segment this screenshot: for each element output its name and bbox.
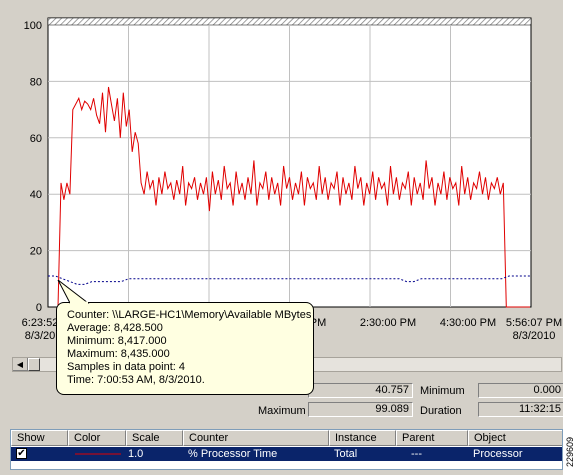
- legend-header: Show Color Scale Counter Instance Parent…: [11, 430, 562, 446]
- counter-legend-table: Show Color Scale Counter Instance Parent…: [10, 429, 563, 470]
- legend-row-processor-time[interactable]: ✔ 1.0 % Processor Time Total --- Process…: [11, 447, 562, 461]
- header-parent[interactable]: Parent: [396, 430, 468, 446]
- tooltip-pointer: [57, 280, 90, 304]
- header-instance[interactable]: Instance: [329, 430, 396, 446]
- legend-parent: ---: [411, 448, 422, 460]
- header-show[interactable]: Show: [11, 430, 68, 446]
- maximum-label: Maximum: [258, 405, 306, 417]
- tooltip-samples: Samples in data point: 4: [67, 361, 186, 373]
- scroll-thumb[interactable]: [28, 358, 40, 371]
- right-margin: [563, 0, 580, 475]
- y-tick-label: 60: [30, 133, 42, 145]
- maximum-value-field: 99.089: [308, 402, 413, 417]
- minimum-label: Minimum: [420, 385, 465, 397]
- legend-instance: Total: [334, 448, 358, 460]
- tooltip-time: Time: 7:00:53 AM, 8/3/2010.: [67, 374, 205, 386]
- duration-value-field: 11:32:15: [478, 402, 565, 417]
- x-tick-label: 2:30:00 PM: [360, 317, 416, 329]
- x-tick-label: 6:23:52: [22, 317, 59, 329]
- x-tick-label: 5:56:07 PM: [506, 317, 562, 329]
- last-value-field: 40.757: [308, 383, 413, 398]
- tooltip-minimum: Minimum: 8,417.000: [67, 335, 167, 347]
- y-tick-label: 80: [30, 76, 42, 88]
- header-color[interactable]: Color: [68, 430, 126, 446]
- y-tick-label: 0: [36, 302, 42, 314]
- figure-id-label: 229609: [563, 437, 580, 473]
- figure-id-text: 229609: [565, 436, 575, 467]
- y-tick-label: 100: [24, 20, 42, 32]
- series-color-swatch: [75, 453, 121, 455]
- show-checkbox[interactable]: ✔: [16, 448, 27, 459]
- x-tick-label: 4:30:00 PM: [440, 317, 496, 329]
- time-bar: [47, 17, 532, 26]
- counter-tooltip: Counter: \\LARGE-HC1\Memory\Available MB…: [56, 302, 314, 395]
- tooltip-maximum: Maximum: 8,435.000: [67, 348, 170, 360]
- scroll-left-arrow-icon[interactable]: ◀: [13, 358, 28, 371]
- tooltip-average: Average: 8,428.500: [67, 322, 163, 334]
- y-tick-label: 20: [30, 246, 42, 258]
- y-tick-label: 40: [30, 189, 42, 201]
- tooltip-counter: Counter: \\LARGE-HC1\Memory\Available MB…: [67, 309, 312, 321]
- header-scale[interactable]: Scale: [126, 430, 183, 446]
- performance-monitor-window: 0 20 40 60 80 100 6:23:52 8/3/20 PM 2:30:00 PM 4:…: [0, 0, 565, 475]
- x-tick-date: 8/3/20: [25, 330, 56, 342]
- x-tick-date: 8/3/2010: [513, 330, 556, 342]
- legend-object: Processor: [473, 448, 523, 460]
- header-object[interactable]: Object: [468, 430, 562, 446]
- header-counter[interactable]: Counter: [183, 430, 329, 446]
- legend-scale-value: 1.0: [128, 448, 144, 460]
- legend-counter-name: % Processor Time: [188, 448, 278, 460]
- duration-label: Duration: [420, 405, 462, 417]
- minimum-value-field: 0.000: [478, 383, 565, 398]
